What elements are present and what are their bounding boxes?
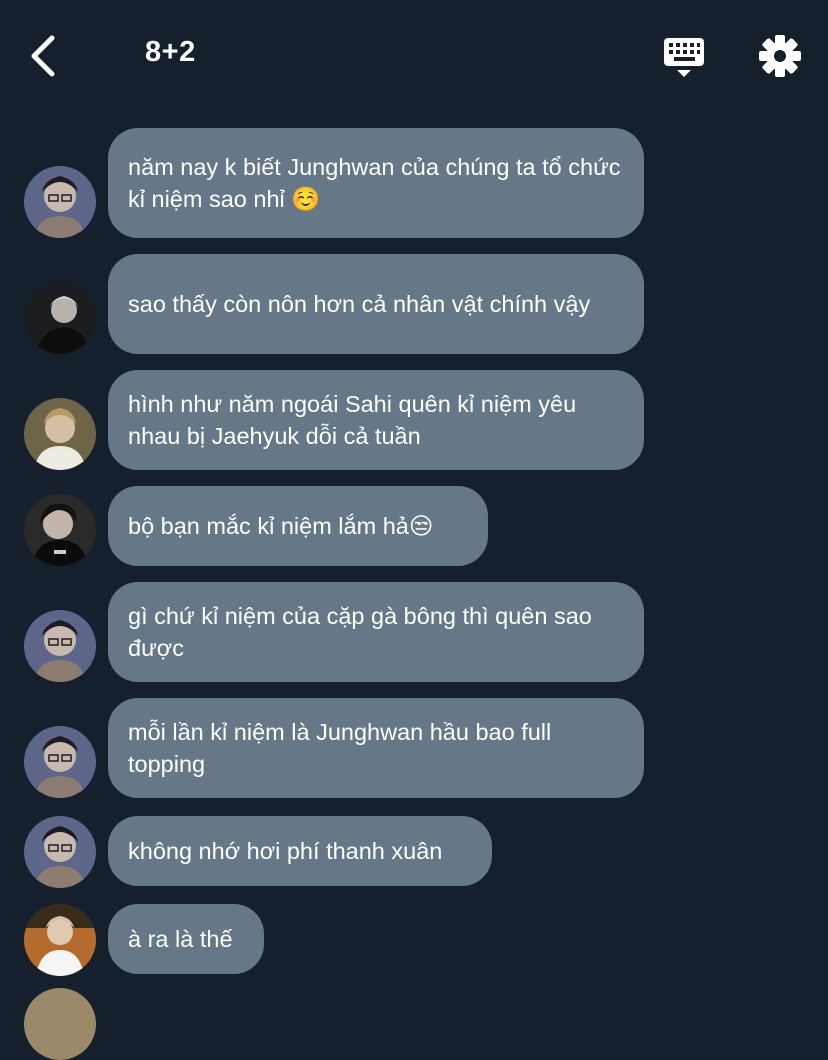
avatar[interactable]: [24, 904, 96, 976]
top-bar: 8+2: [0, 0, 828, 110]
message-bubble[interactable]: à ra là thế: [108, 904, 264, 974]
avatar[interactable]: [24, 610, 96, 682]
message-text: sao thấy còn nôn hơn cả nhân vật chính v…: [128, 291, 591, 317]
message-text: hình như năm ngoái Sahi quên kỉ niệm yêu…: [128, 391, 577, 449]
keyboard-button[interactable]: [660, 36, 708, 80]
message-text: gì chứ kỉ niệm của cặp gà bông thì quên …: [128, 603, 592, 661]
avatar[interactable]: [24, 726, 96, 798]
message-bubble[interactable]: hình như năm ngoái Sahi quên kỉ niệm yêu…: [108, 370, 644, 470]
message-text: bộ bạn mắc kỉ niệm lắm hả😒: [128, 510, 433, 542]
message-text-content: bộ bạn mắc kỉ niệm lắm hả: [128, 513, 409, 539]
message-text: à ra là thế: [128, 926, 233, 952]
message-text: không nhớ hơi phí thanh xuân: [128, 838, 443, 864]
relieved-emoji-icon: ☺️: [291, 186, 321, 212]
back-button[interactable]: [22, 30, 66, 82]
chat-title: 8+2: [145, 36, 196, 68]
message-bubble[interactable]: bộ bạn mắc kỉ niệm lắm hả😒: [108, 486, 488, 566]
chevron-left-icon: [31, 35, 55, 77]
message-text-content: năm nay k biết Junghwan của chúng ta tổ …: [128, 154, 621, 212]
message-text: năm nay k biết Junghwan của chúng ta tổ …: [128, 151, 624, 215]
avatar[interactable]: [24, 988, 96, 1060]
message-bubble[interactable]: không nhớ hơi phí thanh xuân: [108, 816, 492, 886]
message-bubble[interactable]: mỗi lần kỉ niệm là Junghwan hầu bao full…: [108, 698, 644, 798]
keyboard-icon: [664, 38, 704, 77]
avatar[interactable]: [24, 166, 96, 238]
avatar[interactable]: [24, 494, 96, 566]
message-text: mỗi lần kỉ niệm là Junghwan hầu bao full…: [128, 719, 552, 777]
message-bubble[interactable]: sao thấy còn nôn hơn cả nhân vật chính v…: [108, 254, 644, 354]
message-bubble[interactable]: gì chứ kỉ niệm của cặp gà bông thì quên …: [108, 582, 644, 682]
avatar[interactable]: [24, 282, 96, 354]
unamused-emoji-icon: 😒: [408, 513, 434, 539]
message-bubble[interactable]: năm nay k biết Junghwan của chúng ta tổ …: [108, 128, 644, 238]
avatar[interactable]: [24, 816, 96, 888]
gear-icon: [759, 35, 801, 77]
avatar[interactable]: [24, 398, 96, 470]
settings-button[interactable]: [757, 33, 803, 79]
